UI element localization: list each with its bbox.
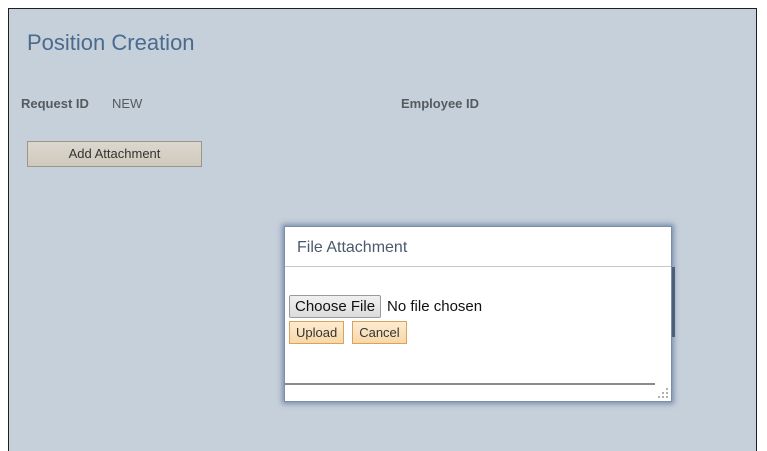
employee-id-label: Employee ID	[401, 96, 480, 111]
add-attachment-button[interactable]: Add Attachment	[27, 141, 202, 167]
request-id-label: Request ID	[21, 96, 89, 111]
page-title: Position Creation	[27, 30, 195, 55]
choose-file-button[interactable]: Choose File	[289, 294, 382, 318]
modal-footer-divider	[285, 383, 655, 385]
file-input-row: Choose File No file chosen	[289, 294, 482, 318]
file-status-text: No file chosen	[387, 297, 483, 315]
request-id-value: NEW	[112, 96, 143, 111]
modal-scrollbar[interactable]	[672, 267, 675, 337]
page-container: Position Creation Request ID NEW Employe…	[8, 8, 757, 451]
modal-title: File Attachment	[297, 239, 408, 256]
resize-grip-icon[interactable]	[657, 387, 669, 399]
modal-header: File Attachment	[285, 227, 671, 267]
file-attachment-modal: File Attachment Choose File No file chos…	[284, 226, 675, 402]
upload-button[interactable]: Upload	[289, 321, 345, 344]
modal-action-row: Upload Cancel	[289, 321, 407, 344]
cancel-button[interactable]: Cancel	[352, 321, 407, 344]
